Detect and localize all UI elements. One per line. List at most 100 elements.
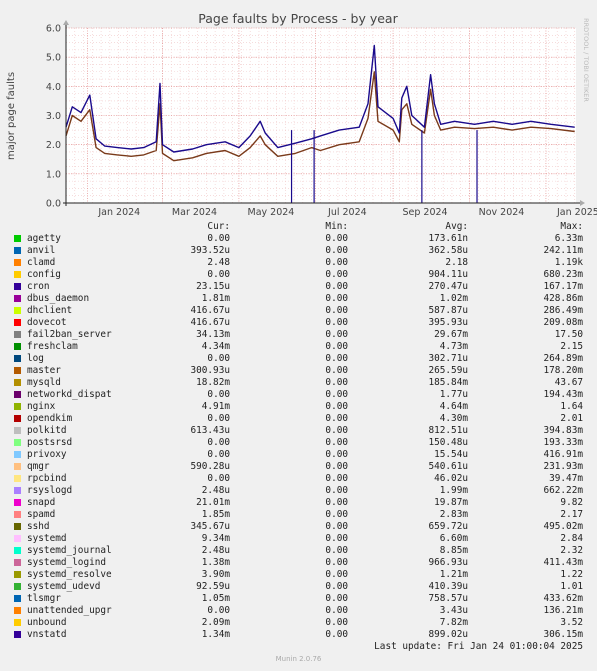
legend-avg-value: 2.83m — [439, 509, 468, 520]
legend-name: systemd_logind — [27, 557, 107, 568]
legend-max-value: 43.67 — [554, 377, 583, 388]
legend-row-qmgr: qmgr 590.28u 0.00 540.61u 231.93m — [0, 461, 597, 473]
legend-swatch — [14, 631, 21, 638]
legend-min-value: 0.00 — [325, 521, 348, 532]
legend-max-value: 2.32 — [560, 545, 583, 556]
legend-name: opendkim — [27, 413, 73, 424]
legend-name: rpcbind — [27, 473, 67, 484]
legend-min-value: 0.00 — [325, 461, 348, 472]
y-tick-label: 3.0 — [46, 111, 61, 122]
legend-swatch — [14, 535, 21, 542]
legend-name: qmgr — [27, 461, 50, 472]
y-tick-label: 2.0 — [46, 140, 61, 151]
legend-cur-value: 613.43u — [190, 425, 230, 436]
legend-min-value: 0.00 — [325, 233, 348, 244]
legend-min-value: 0.00 — [325, 269, 348, 280]
legend-max-value: 3.52 — [560, 617, 583, 628]
legend-max-value: 394.83m — [543, 425, 583, 436]
legend-max-value: 2.15 — [560, 341, 583, 352]
legend-row-networkd-dispat: networkd_dispat 0.00 0.00 1.77u 194.43m — [0, 389, 597, 401]
legend-max-value: 209.08m — [543, 317, 583, 328]
legend-row-rsyslogd: rsyslogd 2.48u 0.00 1.99m 662.22m — [0, 485, 597, 497]
legend-max-value: 1.01 — [560, 581, 583, 592]
legend-cur-value: 300.93u — [190, 365, 230, 376]
legend-row-freshclam: freshclam 4.34m 0.00 4.73m 2.15 — [0, 341, 597, 353]
legend-row-unattended-upgr: unattended_upgr 0.00 0.00 3.43u 136.21m — [0, 605, 597, 617]
legend-row-cron: cron 23.15u 0.00 270.47u 167.17m — [0, 281, 597, 293]
legend-min-value: 0.00 — [325, 629, 348, 640]
legend-name: dhclient — [27, 305, 73, 316]
legend-min-value: 0.00 — [325, 257, 348, 268]
legend-row-postsrsd: postsrsd 0.00 0.00 150.48u 193.33m — [0, 437, 597, 449]
legend-cur-value: 18.82m — [196, 377, 230, 388]
legend-swatch — [14, 427, 21, 434]
legend-row-sshd: sshd 345.67u 0.00 659.72u 495.02m — [0, 521, 597, 533]
x-tick-label: Mar 2024 — [172, 207, 217, 218]
legend-cur-value: 3.90m — [201, 569, 230, 580]
legend-name: spamd — [27, 509, 56, 520]
footer: Munin 2.0.76 — [275, 655, 322, 663]
munin-graph: Page faults by Process - by year major p… — [0, 0, 597, 671]
legend-swatch — [14, 295, 21, 302]
legend-row-nginx: nginx 4.91m 0.00 4.64m 1.64 — [0, 401, 597, 413]
x-tick-label: Sep 2024 — [402, 207, 447, 218]
legend-row-polkitd: polkitd 613.43u 0.00 812.51u 394.83m — [0, 425, 597, 437]
legend-rows: agetty 0.00 0.00 173.61n 6.33m anvil 393.52u 0.… — [0, 233, 597, 641]
legend-max-value: 167.17m — [543, 281, 583, 292]
legend-min-value: 0.00 — [325, 485, 348, 496]
legend-avg-value: 966.93u — [428, 557, 468, 568]
legend-header: Cur: Min: Avg: Max: — [0, 221, 597, 233]
legend-cur-value: 0.00 — [207, 353, 230, 364]
legend-max-value: 433.62m — [543, 593, 583, 604]
legend-cur-value: 23.15u — [196, 281, 230, 292]
legend-min-value: 0.00 — [325, 605, 348, 616]
legend-name: polkitd — [27, 425, 67, 436]
legend-max-value: 194.43m — [543, 389, 583, 400]
legend-avg-value: 4.30m — [439, 413, 468, 424]
page-faults-chart: Page faults by Process - by year major p… — [6, 11, 597, 218]
legend-swatch — [14, 319, 21, 326]
legend-swatch — [14, 403, 21, 410]
legend-cur-value: 1.81m — [201, 293, 230, 304]
legend-min-value: 0.00 — [325, 593, 348, 604]
legend-max-value: 1.22 — [560, 569, 583, 580]
y-tick-label: 6.0 — [46, 24, 61, 35]
legend-swatch — [14, 415, 21, 422]
legend-avg-value: 19.87m — [434, 497, 468, 508]
legend-avg-value: 904.11u — [428, 269, 468, 280]
legend-min-value: 0.00 — [325, 293, 348, 304]
legend-row-systemd-journal: systemd_journal 2.48u 0.00 8.85m 2.32 — [0, 545, 597, 557]
legend-swatch — [14, 595, 21, 602]
legend-swatch — [14, 271, 21, 278]
legend-cur-value: 34.13m — [196, 329, 230, 340]
legend-name: systemd_journal — [27, 545, 112, 556]
legend-swatch — [14, 367, 21, 374]
legend-avg-value: 173.61n — [428, 233, 468, 244]
legend-avg-value: 758.57u — [428, 593, 468, 604]
legend-cur-value: 21.01m — [196, 497, 230, 508]
y-tick-label: 0.0 — [46, 199, 61, 210]
legend-avg-value: 4.73m — [439, 341, 468, 352]
legend-row-dhclient: dhclient 416.67u 0.00 587.87u 286.49m — [0, 305, 597, 317]
legend-swatch — [14, 355, 21, 362]
legend-max-value: 6.33m — [554, 233, 583, 244]
legend-avg-value: 270.47u — [428, 281, 468, 292]
legend-min-value: 0.00 — [325, 497, 348, 508]
legend-row-privoxy: privoxy 0.00 0.00 15.54u 416.91m — [0, 449, 597, 461]
legend-avg-value: 15.54u — [434, 449, 468, 460]
legend-cur-value: 9.34m — [201, 533, 230, 544]
legend-cur-value: 0.00 — [207, 437, 230, 448]
legend-min-value: 0.00 — [325, 365, 348, 376]
legend-avg-value: 410.39u — [428, 581, 468, 592]
legend-name: systemd — [27, 533, 67, 544]
legend-avg-value: 1.02m — [439, 293, 468, 304]
legend-cur-value: 0.00 — [207, 269, 230, 280]
legend-cur-value: 0.00 — [207, 605, 230, 616]
legend-name: nginx — [27, 401, 56, 412]
legend-swatch — [14, 343, 21, 350]
col-max-header: Max: — [560, 221, 583, 232]
legend-min-value: 0.00 — [325, 509, 348, 520]
legend-swatch — [14, 499, 21, 506]
legend-row-systemd-udevd: systemd_udevd 92.59u 0.00 410.39u 1.01 — [0, 581, 597, 593]
legend-min-value: 0.00 — [325, 341, 348, 352]
